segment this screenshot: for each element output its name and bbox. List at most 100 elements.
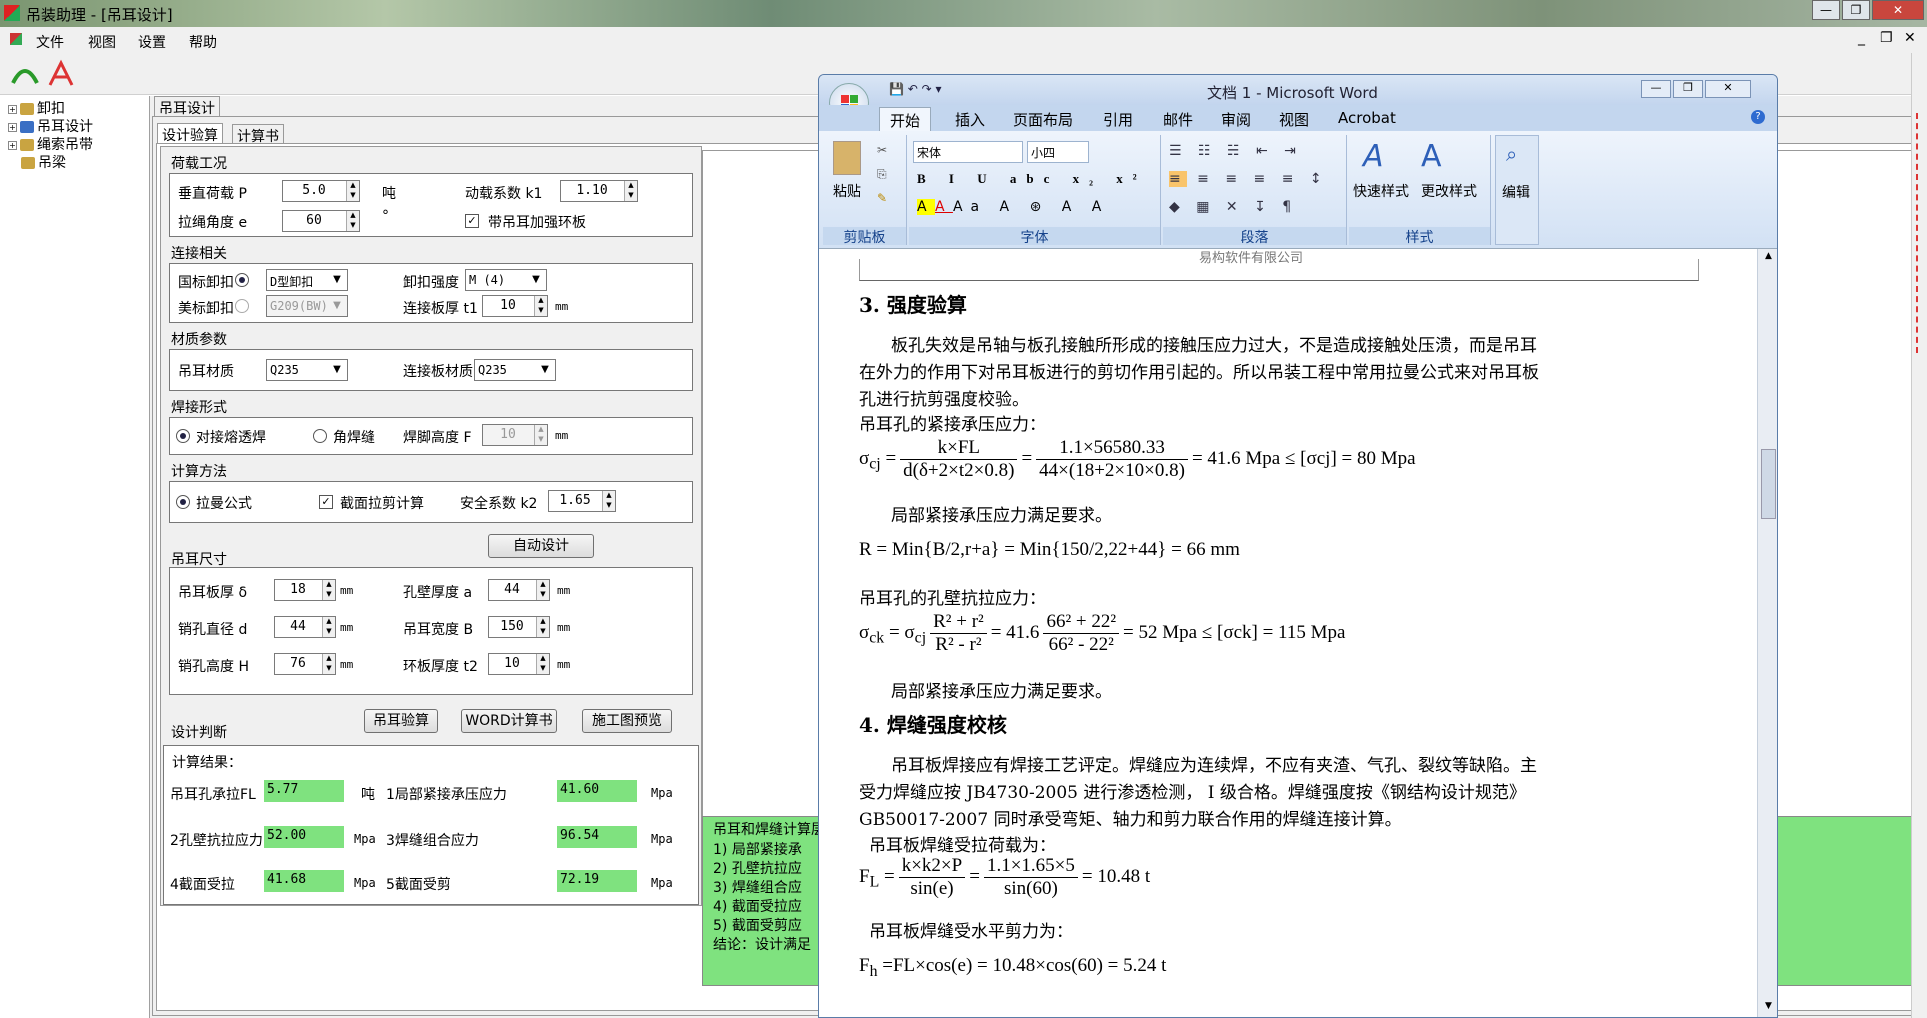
- menu-settings[interactable]: 设置: [138, 32, 166, 52]
- ring-plate-checkbox[interactable]: ✓: [465, 214, 479, 228]
- vertical-load-stepper[interactable]: 5.0 ▲ ▼: [282, 180, 360, 202]
- font-color-icon[interactable]: A: [935, 199, 953, 215]
- down-arrow-icon[interactable]: ▼: [322, 627, 335, 637]
- up-arrow-icon[interactable]: ▲: [322, 654, 335, 664]
- dynamic-factor-stepper[interactable]: 1.10 ▲ ▼: [560, 180, 638, 202]
- word-maximize-button[interactable]: ❐: [1673, 80, 1703, 98]
- cut-icon[interactable]: ✂: [877, 143, 887, 157]
- up-arrow-icon[interactable]: ▲: [624, 181, 637, 191]
- word-minimize-button[interactable]: —: [1641, 80, 1671, 98]
- copy-icon[interactable]: ⎘: [877, 167, 887, 182]
- align-icons[interactable]: ≡ ≡ ≡ ≡ ≡ ↕: [1169, 171, 1328, 187]
- find-icon[interactable]: ⌕: [1506, 142, 1517, 166]
- quick-access-icons[interactable]: 💾 ↶ ↷ ▾: [889, 82, 942, 96]
- ribbon-tab-acrobat[interactable]: Acrobat: [1338, 109, 1396, 127]
- main-vertical-scrollbar[interactable]: [1911, 53, 1927, 1018]
- up-arrow-icon[interactable]: ▲: [602, 491, 615, 501]
- ribbon-tab-view[interactable]: 视图: [1279, 109, 1309, 130]
- word-report-button[interactable]: WORD计算书: [461, 709, 557, 733]
- ribbon-tab-layout[interactable]: 页面布局: [1013, 109, 1073, 130]
- us-shackle-radio[interactable]: [235, 299, 249, 313]
- scroll-up-icon[interactable]: ▲: [1760, 251, 1777, 265]
- change-style-icon[interactable]: A: [1421, 139, 1442, 174]
- down-arrow-icon[interactable]: ▼: [346, 191, 359, 201]
- ribbon-tab-mailings[interactable]: 邮件: [1163, 109, 1193, 130]
- menu-help[interactable]: 帮助: [189, 32, 217, 52]
- ring-thickness-stepper[interactable]: 10 ▲ ▼: [488, 653, 550, 675]
- mdi-close-icon[interactable]: ✕: [1904, 30, 1916, 46]
- safety-factor-stepper[interactable]: 1.65 ▲ ▼: [548, 490, 616, 512]
- list-icons[interactable]: ☰ ☷ ☵ ⇤ ⇥: [1169, 143, 1302, 159]
- change-style-button[interactable]: 更改样式: [1421, 181, 1477, 201]
- border-icons[interactable]: ◆ ▦ ✕ ↧ ¶: [1169, 199, 1297, 215]
- up-arrow-icon[interactable]: ▲: [534, 425, 547, 435]
- butt-weld-radio[interactable]: [176, 429, 190, 443]
- tree-item-shackle[interactable]: + 卸扣: [8, 98, 65, 118]
- up-arrow-icon[interactable]: ▲: [346, 181, 359, 191]
- plate-thickness-stepper[interactable]: 10 ▲ ▼: [482, 295, 548, 317]
- format-icons[interactable]: B I U abc x₂ x²: [917, 171, 1147, 187]
- font-size-select[interactable]: 小四: [1027, 141, 1089, 163]
- plate-material-select[interactable]: Q235 ▼: [474, 359, 556, 381]
- down-arrow-icon[interactable]: ▼: [322, 590, 335, 600]
- up-arrow-icon[interactable]: ▲: [536, 617, 549, 627]
- lug-material-select[interactable]: Q235 ▼: [266, 359, 348, 381]
- lame-formula-radio[interactable]: [176, 495, 190, 509]
- tree-item-sling[interactable]: + 绳索吊带: [8, 134, 93, 154]
- arch-tool-icon[interactable]: [10, 61, 40, 87]
- up-arrow-icon[interactable]: ▲: [322, 617, 335, 627]
- us-shackle-select[interactable]: G209(BW) ▼: [266, 295, 348, 317]
- menu-view[interactable]: 视图: [88, 32, 116, 52]
- color-icons[interactable]: AAAa A ⊛ A A: [917, 199, 1109, 215]
- auto-design-button[interactable]: 自动设计: [488, 534, 594, 558]
- down-arrow-icon[interactable]: ▼: [624, 191, 637, 201]
- shackle-type-select[interactable]: D型卸扣 ▼: [266, 269, 348, 291]
- section-shear-checkbox[interactable]: ✓: [319, 495, 333, 509]
- down-arrow-icon[interactable]: ▼: [536, 627, 549, 637]
- paste-icon[interactable]: [833, 141, 861, 175]
- down-arrow-icon[interactable]: ▼: [536, 590, 549, 600]
- down-arrow-icon[interactable]: ▼: [534, 435, 547, 445]
- down-arrow-icon[interactable]: ▼: [534, 306, 547, 316]
- maximize-button[interactable]: ❐: [1842, 0, 1870, 20]
- lug-width-stepper[interactable]: 150 ▲ ▼: [488, 616, 550, 638]
- rope-angle-stepper[interactable]: 60 ▲ ▼: [282, 210, 360, 232]
- ribbon-tab-review[interactable]: 审阅: [1221, 109, 1251, 130]
- wall-thickness-stepper[interactable]: 44 ▲ ▼: [488, 579, 550, 601]
- shackle-strength-select[interactable]: M (4) ▼: [465, 269, 547, 291]
- close-button[interactable]: ✕: [1872, 0, 1924, 20]
- up-arrow-icon[interactable]: ▲: [346, 211, 359, 221]
- tree-item-lifting-lug[interactable]: + 吊耳设计: [8, 116, 93, 136]
- lug-check-button[interactable]: 吊耳验算: [364, 709, 438, 733]
- up-arrow-icon[interactable]: ▲: [536, 580, 549, 590]
- up-arrow-icon[interactable]: ▲: [534, 296, 547, 306]
- down-arrow-icon[interactable]: ▼: [602, 501, 615, 511]
- expand-icon[interactable]: +: [8, 122, 17, 132]
- weld-foot-stepper[interactable]: 10 ▲ ▼: [482, 424, 548, 446]
- lifting-tool-icon[interactable]: [46, 59, 76, 89]
- help-icon[interactable]: ?: [1751, 110, 1765, 124]
- word-vertical-scrollbar[interactable]: ▲ ▼: [1757, 249, 1777, 1017]
- mdi-minimize-icon[interactable]: _: [1858, 30, 1865, 46]
- edit-button[interactable]: 编辑: [1502, 182, 1530, 202]
- minimize-button[interactable]: —: [1812, 0, 1840, 20]
- quick-style-button[interactable]: 快速样式: [1353, 181, 1409, 201]
- expand-icon[interactable]: +: [8, 104, 17, 114]
- ribbon-tab-home[interactable]: 开始: [879, 107, 932, 133]
- down-arrow-icon[interactable]: ▼: [536, 664, 549, 674]
- scroll-thumb[interactable]: [1761, 449, 1776, 519]
- ribbon-tab-insert[interactable]: 插入: [955, 109, 985, 130]
- gb-shackle-radio[interactable]: [235, 273, 249, 287]
- drawing-preview-button[interactable]: 施工图预览: [582, 709, 672, 733]
- pin-height-stepper[interactable]: 76 ▲ ▼: [274, 653, 336, 675]
- word-close-button[interactable]: ✕: [1705, 80, 1751, 98]
- quick-style-icon[interactable]: A: [1363, 139, 1384, 174]
- align-left-icon[interactable]: ≡: [1169, 171, 1187, 187]
- highlight-icon[interactable]: A: [917, 199, 935, 215]
- down-arrow-icon[interactable]: ▼: [322, 664, 335, 674]
- mdi-restore-icon[interactable]: ❐: [1880, 30, 1893, 46]
- up-arrow-icon[interactable]: ▲: [322, 580, 335, 590]
- fillet-weld-radio[interactable]: [313, 429, 327, 443]
- scroll-down-icon[interactable]: ▼: [1760, 1001, 1777, 1015]
- font-name-select[interactable]: 宋体: [913, 141, 1023, 163]
